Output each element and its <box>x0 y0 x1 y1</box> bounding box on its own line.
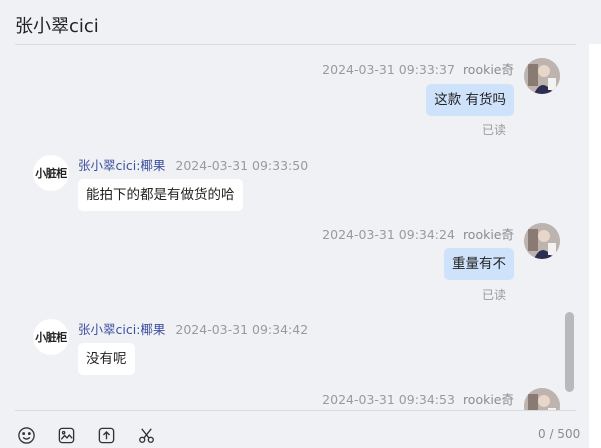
message-meta: 2024-03-31 09:34:24 rookie奇 <box>322 224 514 243</box>
chat-header: 张小翠cici <box>0 0 601 46</box>
message-meta: 2024-03-31 09:34:53 rookie奇 <box>322 389 514 408</box>
user-avatar[interactable] <box>524 58 560 94</box>
message-bubble[interactable]: 这款 有货吗 <box>426 84 514 116</box>
avatar-photo-icon <box>524 223 560 259</box>
message-meta: 2024-03-31 09:33:37 rookie奇 <box>322 59 514 78</box>
user-avatar[interactable] <box>524 223 560 259</box>
avatar-photo-icon <box>524 58 560 94</box>
message-time: 2024-03-31 09:33:50 <box>175 158 309 173</box>
message-time: 2024-03-31 09:33:37 <box>322 62 455 77</box>
message-list[interactable]: 2024-03-31 09:33:37 rookie奇 这款 有货吗 已读 小脏柜… <box>0 45 589 410</box>
chat-title: 张小翠cici <box>15 16 99 37</box>
message-bubble[interactable]: 能拍下的都是有做货的哈 <box>78 179 243 211</box>
chat-window: 张小翠cici 2024-03-31 09:33:37 rookie奇 这款 有货… <box>0 0 601 448</box>
image-icon[interactable] <box>56 425 76 445</box>
scrollbar-thumb[interactable] <box>565 312 574 392</box>
read-status: 已读 <box>481 288 506 302</box>
message-sender: rookie奇 <box>462 227 514 242</box>
message-time: 2024-03-31 09:34:24 <box>322 227 455 242</box>
scissors-icon[interactable] <box>136 425 156 445</box>
shop-avatar[interactable]: 小脏柜 <box>33 319 69 355</box>
message-time: 2024-03-31 09:34:53 <box>322 392 455 407</box>
message-sender: rookie奇 <box>462 392 514 407</box>
message-time: 2024-03-31 09:34:42 <box>175 322 309 337</box>
avatar-photo-icon <box>524 388 560 410</box>
input-toolbar: 0 / 500 <box>0 411 589 448</box>
char-counter: 0 / 500 <box>538 427 581 441</box>
message-bubble[interactable]: 没有呢 <box>78 343 135 375</box>
message-sender: 张小翠cici:椰果 <box>78 158 166 173</box>
shop-avatar[interactable]: 小脏柜 <box>33 155 69 191</box>
message-sender: rookie奇 <box>462 62 514 77</box>
message-meta: 张小翠cici:椰果 2024-03-31 09:34:42 <box>78 319 308 338</box>
read-status: 已读 <box>481 123 506 137</box>
message-meta: 张小翠cici:椰果 2024-03-31 09:33:50 <box>78 155 308 174</box>
side-panel-edge <box>589 44 601 448</box>
emoji-icon[interactable] <box>16 425 36 445</box>
message-sender: 张小翠cici:椰果 <box>78 322 166 337</box>
user-avatar[interactable] <box>524 388 560 410</box>
upload-icon[interactable] <box>96 425 116 445</box>
message-bubble[interactable]: 重量有不 <box>444 248 514 280</box>
